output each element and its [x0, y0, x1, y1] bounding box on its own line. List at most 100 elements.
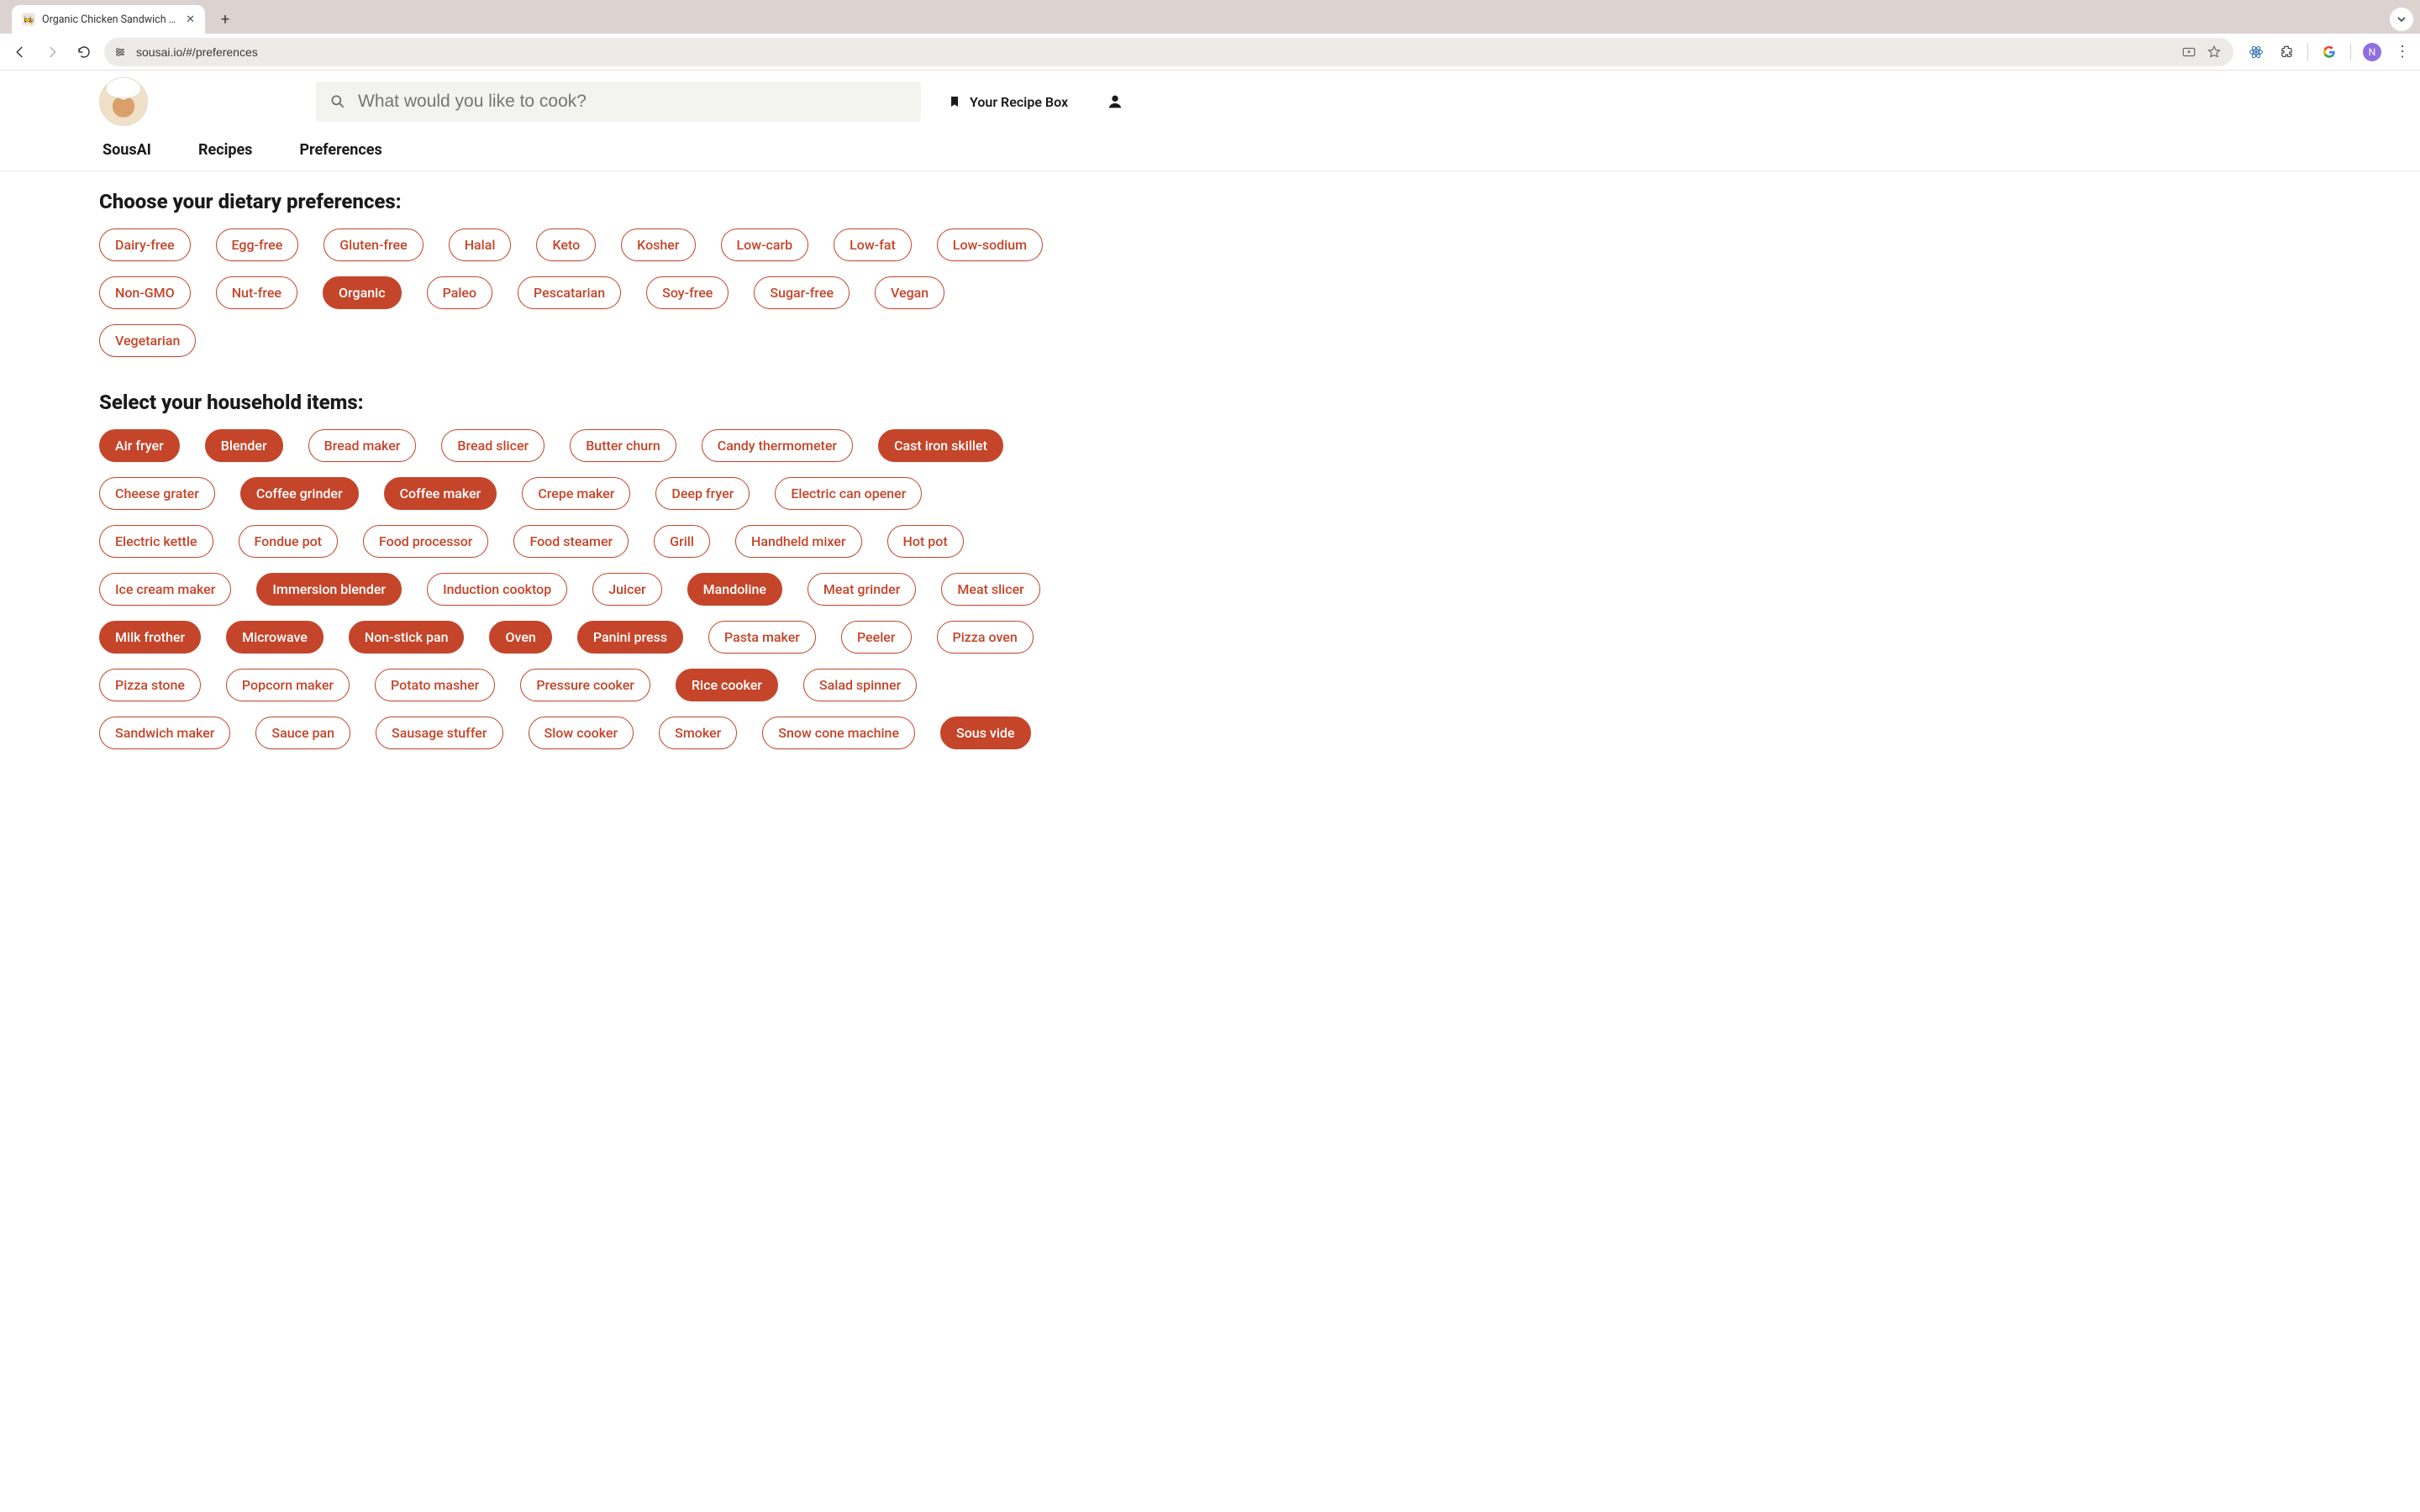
browser-tab[interactable]: 👩‍🍳 Organic Chicken Sandwich Re ✕	[12, 5, 205, 34]
reload-button[interactable]	[72, 40, 96, 64]
household-chip-immersion-blender[interactable]: Immersion blender	[256, 573, 402, 606]
react-devtools-icon[interactable]	[2247, 43, 2265, 61]
dietary-chip-organic[interactable]: Organic	[323, 276, 402, 309]
household-chip-potato-masher[interactable]: Potato masher	[375, 669, 495, 701]
household-chip-sandwich-maker[interactable]: Sandwich maker	[99, 717, 230, 749]
household-chip-sausage-stuffer[interactable]: Sausage stuffer	[376, 717, 502, 749]
household-chip-meat-grinder[interactable]: Meat grinder	[808, 573, 916, 606]
close-tab-icon[interactable]: ✕	[186, 13, 195, 26]
dietary-chip-vegetarian[interactable]: Vegetarian	[99, 324, 196, 357]
household-chip-salad-spinner[interactable]: Salad spinner	[803, 669, 917, 701]
household-chip-mandoline[interactable]: Mandoline	[687, 573, 782, 606]
household-chip-snow-cone-machine[interactable]: Snow cone machine	[762, 717, 915, 749]
nav-preferences[interactable]: Preferences	[299, 141, 381, 159]
profile-avatar[interactable]: N	[2363, 43, 2381, 61]
dietary-chip-halal[interactable]: Halal	[449, 228, 512, 261]
household-chip-cast-iron-skillet[interactable]: Cast iron skillet	[878, 429, 1003, 462]
household-chip-pizza-oven[interactable]: Pizza oven	[937, 621, 1034, 654]
new-tab-button[interactable]: +	[213, 8, 237, 31]
browser-chrome: 👩‍🍳 Organic Chicken Sandwich Re ✕ +	[0, 0, 2420, 71]
search-bar[interactable]	[316, 81, 921, 122]
bookmark-star-icon[interactable]	[2207, 45, 2222, 60]
google-icon[interactable]	[2320, 43, 2338, 61]
household-chip-panini-press[interactable]: Panini press	[577, 621, 683, 654]
household-chip-pizza-stone[interactable]: Pizza stone	[99, 669, 201, 701]
extensions-icon[interactable]	[2277, 43, 2296, 61]
nav-sousai[interactable]: SousAI	[103, 141, 151, 159]
dietary-chip-low-fat[interactable]: Low-fat	[834, 228, 912, 261]
bookmark-icon	[948, 93, 961, 110]
household-chip-meat-slicer[interactable]: Meat slicer	[941, 573, 1039, 606]
dietary-chip-nut-free[interactable]: Nut-free	[216, 276, 297, 309]
household-chip-induction-cooktop[interactable]: Induction cooktop	[427, 573, 567, 606]
household-chip-slow-cooker[interactable]: Slow cooker	[529, 717, 634, 749]
dietary-chip-vegan[interactable]: Vegan	[875, 276, 944, 309]
site-settings-icon[interactable]	[113, 45, 128, 60]
arrow-left-icon	[13, 45, 28, 60]
household-chip-butter-churn[interactable]: Butter churn	[570, 429, 676, 462]
dietary-chip-egg-free[interactable]: Egg-free	[216, 228, 299, 261]
household-chip-electric-kettle[interactable]: Electric kettle	[99, 525, 213, 558]
install-app-icon[interactable]	[2181, 45, 2196, 60]
household-chip-peeler[interactable]: Peeler	[841, 621, 912, 654]
household-chip-juicer[interactable]: Juicer	[592, 573, 661, 606]
forward-button[interactable]	[40, 40, 64, 64]
dietary-chip-sugar-free[interactable]: Sugar-free	[754, 276, 850, 309]
recipe-box-link[interactable]: Your Recipe Box	[948, 93, 1068, 110]
back-button[interactable]	[8, 40, 32, 64]
household-chip-candy-thermometer[interactable]: Candy thermometer	[702, 429, 853, 462]
separator	[2307, 44, 2308, 60]
household-chip-food-processor[interactable]: Food processor	[363, 525, 488, 558]
household-chip-pressure-cooker[interactable]: Pressure cooker	[520, 669, 650, 701]
household-chip-smoker[interactable]: Smoker	[659, 717, 737, 749]
household-chip-deep-fryer[interactable]: Deep fryer	[655, 477, 750, 510]
dietary-chip-paleo[interactable]: Paleo	[427, 276, 492, 309]
tabs-dropdown-button[interactable]	[2390, 8, 2413, 31]
dietary-chip-pescatarian[interactable]: Pescatarian	[518, 276, 621, 309]
dietary-chip-keto[interactable]: Keto	[536, 228, 596, 261]
household-chip-bread-slicer[interactable]: Bread slicer	[441, 429, 544, 462]
household-chip-air-fryer[interactable]: Air fryer	[99, 429, 180, 462]
household-chip-microwave[interactable]: Microwave	[226, 621, 324, 654]
dietary-chip-gluten-free[interactable]: Gluten-free	[324, 228, 423, 261]
user-menu-button[interactable]	[1103, 90, 1127, 113]
url-input[interactable]	[136, 45, 2173, 59]
dietary-chip-low-sodium[interactable]: Low-sodium	[937, 228, 1043, 261]
household-chip-sous-vide[interactable]: Sous vide	[940, 717, 1030, 749]
household-chip-food-steamer[interactable]: Food steamer	[513, 525, 629, 558]
household-chip-bread-maker[interactable]: Bread maker	[308, 429, 417, 462]
household-chip-rice-cooker[interactable]: Rice cooker	[676, 669, 778, 701]
address-bar[interactable]	[104, 38, 2233, 66]
tab-title: Organic Chicken Sandwich Re	[42, 13, 179, 26]
household-chip-handheld-mixer[interactable]: Handheld mixer	[735, 525, 862, 558]
dietary-chip-dairy-free[interactable]: Dairy-free	[99, 228, 191, 261]
household-chip-ice-cream-maker[interactable]: Ice cream maker	[99, 573, 231, 606]
household-chip-electric-can-opener[interactable]: Electric can opener	[775, 477, 922, 510]
household-chip-crepe-maker[interactable]: Crepe maker	[522, 477, 630, 510]
dietary-chip-kosher[interactable]: Kosher	[621, 228, 695, 261]
dietary-chip-low-carb[interactable]: Low-carb	[721, 228, 809, 261]
nav-recipes[interactable]: Recipes	[198, 141, 253, 159]
household-chip-blender[interactable]: Blender	[205, 429, 283, 462]
household-chip-coffee-grinder[interactable]: Coffee grinder	[240, 477, 359, 510]
household-chip-hot-pot[interactable]: Hot pot	[887, 525, 964, 558]
household-section-title: Select your household items:	[99, 391, 1059, 414]
app-logo[interactable]	[99, 77, 148, 126]
household-chip-grill[interactable]: Grill	[654, 525, 710, 558]
dietary-chip-non-gmo[interactable]: Non-GMO	[99, 276, 191, 309]
tab-strip: 👩‍🍳 Organic Chicken Sandwich Re ✕ +	[0, 0, 2420, 34]
household-chip-cheese-grater[interactable]: Cheese grater	[99, 477, 215, 510]
main-nav: SousAI Recipes Preferences	[0, 126, 2420, 171]
search-input[interactable]	[358, 92, 908, 112]
household-chip-non-stick-pan[interactable]: Non-stick pan	[349, 621, 465, 654]
household-chip-popcorn-maker[interactable]: Popcorn maker	[226, 669, 350, 701]
arrow-right-icon	[45, 45, 60, 60]
household-chip-pasta-maker[interactable]: Pasta maker	[708, 621, 816, 654]
browser-menu-icon[interactable]: ⋮	[2393, 43, 2412, 61]
household-chip-milk-frother[interactable]: Milk frother	[99, 621, 201, 654]
household-chip-sauce-pan[interactable]: Sauce pan	[255, 717, 350, 749]
household-chip-fondue-pot[interactable]: Fondue pot	[239, 525, 339, 558]
dietary-chip-soy-free[interactable]: Soy-free	[646, 276, 729, 309]
household-chip-coffee-maker[interactable]: Coffee maker	[384, 477, 497, 510]
household-chip-oven[interactable]: Oven	[489, 621, 551, 654]
